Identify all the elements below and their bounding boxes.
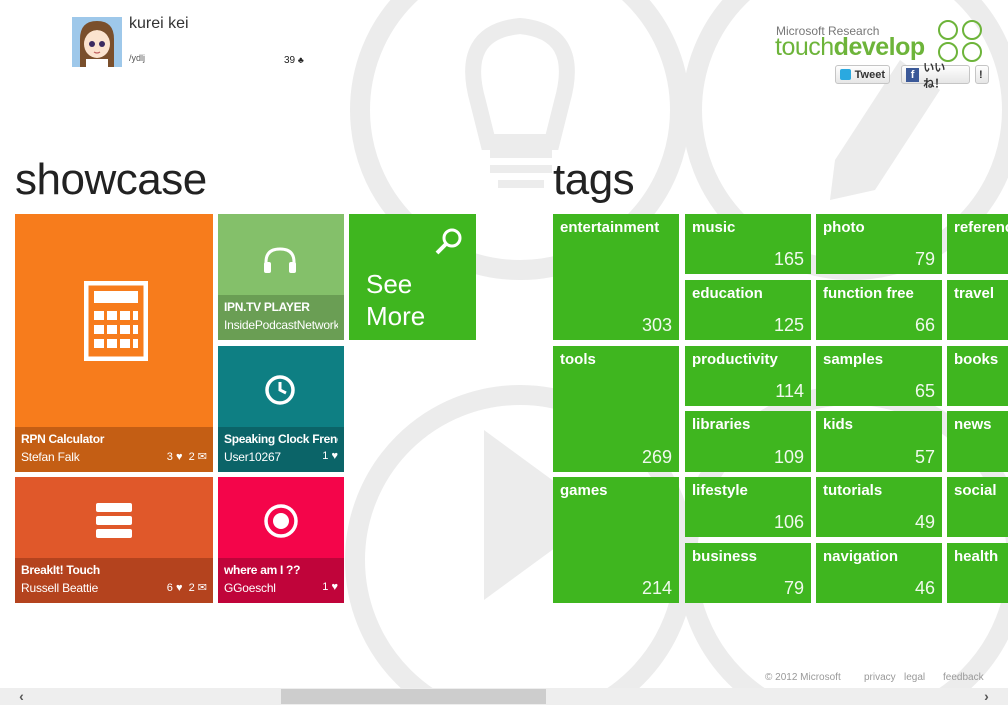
brand-icons	[938, 20, 982, 64]
tag-productivity[interactable]: productivity 114	[685, 346, 811, 406]
tile-stats: 6 ♥ 2 ✉	[166, 582, 207, 594]
tweet-button[interactable]: Tweet	[835, 65, 890, 84]
scroll-thumb[interactable]	[281, 689, 546, 704]
user-id: /ydlj	[129, 53, 146, 63]
facebook-like-button[interactable]: f いいね！	[901, 62, 970, 90]
showcase-tile-where-am-i[interactable]: where am I ?? GGoeschl 1 ♥	[218, 477, 344, 603]
tile-name: where am I ??	[224, 563, 301, 577]
record-icon	[264, 504, 298, 538]
tile-author: Russell Beattie	[21, 581, 99, 595]
showcase-title: showcase	[15, 155, 207, 204]
tag-photo[interactable]: photo 79	[816, 214, 942, 274]
heart-icon: ♥	[331, 450, 338, 462]
legal-link[interactable]: legal	[904, 672, 925, 683]
tile-author: GGoeschl	[224, 581, 276, 595]
clock-icon	[265, 375, 295, 405]
feedback-link[interactable]: feedback	[943, 672, 984, 683]
tile-meta: Speaking Clock French User10267 1 ♥	[218, 427, 344, 472]
user-score: 39 ♣	[284, 55, 304, 66]
twitter-icon	[840, 69, 851, 80]
scroll-right-icon[interactable]: ›	[978, 688, 995, 705]
tag-tools[interactable]: tools 269	[553, 346, 679, 472]
brand-light: touch	[775, 33, 834, 61]
horizontal-scrollbar[interactable]: ‹ ›	[0, 688, 1008, 705]
like-label: いいね！	[923, 61, 946, 90]
comment-icon: ✉	[197, 451, 207, 463]
pencil-icon	[962, 20, 982, 40]
tweet-label: Tweet	[854, 68, 885, 81]
tag-business[interactable]: business 79	[685, 543, 811, 603]
tag-books[interactable]: books	[947, 346, 1008, 406]
headphones-icon	[264, 247, 296, 273]
tag-music[interactable]: music 165	[685, 214, 811, 274]
search-icon	[435, 228, 462, 255]
award-icon: ♣	[297, 55, 304, 65]
tag-social[interactable]: social	[947, 477, 1008, 537]
copyright: © 2012 Microsoft	[765, 672, 841, 683]
tag-news[interactable]: news	[947, 411, 1008, 472]
like-count: !	[975, 65, 989, 84]
tag-games[interactable]: games 214	[553, 477, 679, 603]
tile-stats: 3 ♥ 2 ✉	[166, 451, 207, 463]
menu-bars-icon	[96, 503, 132, 538]
showcase-tile-speaking-clock[interactable]: Speaking Clock French User10267 1 ♥	[218, 346, 344, 472]
tile-name: Speaking Clock French	[224, 432, 338, 446]
tag-kids[interactable]: kids 57	[816, 411, 942, 472]
lightbulb-icon	[938, 20, 958, 40]
tile-stats: 1 ♥	[322, 581, 338, 593]
scroll-left-icon[interactable]: ‹	[13, 688, 30, 705]
heart-icon: ♥	[175, 582, 183, 594]
privacy-link[interactable]: privacy	[864, 672, 896, 683]
speaker-icon	[962, 42, 982, 62]
user-name[interactable]: kurei kei	[129, 15, 189, 33]
tag-travel[interactable]: travel	[947, 280, 1008, 340]
avatar[interactable]	[72, 17, 122, 67]
tag-reference[interactable]: reference	[947, 214, 1008, 274]
like-count-label: !	[979, 68, 983, 81]
showcase-tile-rpn-calculator[interactable]: RPN Calculator Stefan Falk 3 ♥ 2 ✉	[15, 214, 213, 472]
tags-title: tags	[553, 155, 635, 204]
heart-icon: ♥	[331, 581, 338, 593]
score-value: 39	[284, 55, 296, 66]
tile-stats: 1 ♥	[322, 450, 338, 462]
brand-logo[interactable]: touchdevelop	[775, 33, 925, 62]
facebook-icon: f	[906, 67, 920, 82]
tile-author: InsidePodcastNetwork	[224, 318, 338, 332]
brand-bold: develop	[833, 33, 925, 61]
tile-meta: IPN.TV PLAYER InsidePodcastNetwork	[218, 295, 344, 340]
tag-libraries[interactable]: libraries 109	[685, 411, 811, 472]
calculator-icon	[84, 281, 148, 361]
see-more-tile[interactable]: See More	[349, 214, 476, 340]
tile-author: User10267	[224, 450, 281, 464]
tile-author: Stefan Falk	[21, 450, 80, 464]
see-more-label: See More	[366, 269, 426, 331]
tile-name: BreakIt! Touch	[21, 563, 100, 577]
tag-entertainment[interactable]: entertainment 303	[553, 214, 679, 340]
tag-samples[interactable]: samples 65	[816, 346, 942, 406]
tile-meta: RPN Calculator Stefan Falk 3 ♥ 2 ✉	[15, 427, 213, 472]
showcase-tile-ipn-tv-player[interactable]: IPN.TV PLAYER InsidePodcastNetwork	[218, 214, 344, 340]
avatar-image	[72, 17, 122, 67]
tile-meta: where am I ?? GGoeschl 1 ♥	[218, 558, 344, 603]
showcase-tile-breakit-touch[interactable]: BreakIt! Touch Russell Beattie 6 ♥ 2 ✉	[15, 477, 213, 603]
tag-tutorials[interactable]: tutorials 49	[816, 477, 942, 537]
tile-name: IPN.TV PLAYER	[224, 300, 310, 314]
tile-name: RPN Calculator	[21, 432, 105, 446]
tag-health[interactable]: health	[947, 543, 1008, 603]
tag-lifestyle[interactable]: lifestyle 106	[685, 477, 811, 537]
heart-icon: ♥	[175, 451, 183, 463]
tag-education[interactable]: education 125	[685, 280, 811, 340]
tile-meta: BreakIt! Touch Russell Beattie 6 ♥ 2 ✉	[15, 558, 213, 603]
comment-icon: ✉	[197, 582, 207, 594]
tag-navigation[interactable]: navigation 46	[816, 543, 942, 603]
tag-function-free[interactable]: function free 66	[816, 280, 942, 340]
